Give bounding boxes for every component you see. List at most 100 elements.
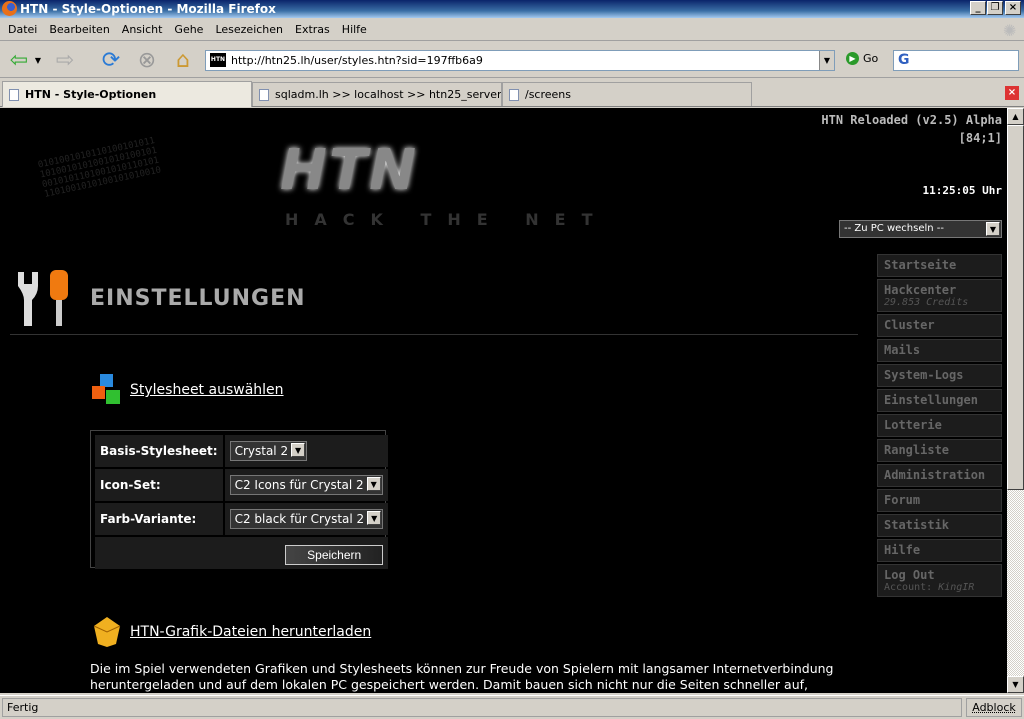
back-button[interactable]: ⇦ bbox=[4, 46, 34, 74]
chevron-down-icon: ▼ bbox=[366, 477, 381, 491]
window-title: HTN - Style-Optionen - Mozilla Firefox bbox=[20, 2, 276, 16]
select-value: C2 Icons für Crystal 2 bbox=[234, 478, 364, 492]
menu-gehe[interactable]: Gehe bbox=[168, 23, 209, 36]
close-tab-button[interactable]: × bbox=[1005, 86, 1019, 100]
tab-label: /screens bbox=[525, 88, 572, 101]
tab-screens[interactable]: /screens bbox=[502, 82, 752, 106]
menu-extras[interactable]: Extras bbox=[289, 23, 336, 36]
reload-button[interactable]: ⟳ bbox=[96, 46, 126, 74]
section-title: HTN-Grafik-Dateien herunterladen bbox=[130, 624, 372, 640]
icon-set-select[interactable]: C2 Icons für Crystal 2 ▼ bbox=[229, 475, 383, 495]
nav-system-logs[interactable]: System-Logs bbox=[877, 364, 1002, 387]
nav-logout[interactable]: Log Out Account: KingIR bbox=[877, 564, 1002, 597]
adblock-button[interactable]: Adblock bbox=[966, 698, 1022, 717]
menu-hilfe[interactable]: Hilfe bbox=[336, 23, 373, 36]
back-history-dropdown[interactable]: ▼ bbox=[32, 46, 44, 74]
search-input[interactable]: G bbox=[893, 50, 1019, 71]
throbber-icon: ✺ bbox=[1003, 21, 1017, 40]
basis-stylesheet-select[interactable]: Crystal 2 ▼ bbox=[229, 441, 308, 461]
page-title: EINSTELLUNGEN bbox=[90, 286, 306, 311]
status-bar: Fertig Adblock bbox=[0, 695, 1024, 719]
forward-button[interactable]: ⇨ bbox=[50, 46, 80, 74]
nav-lotterie[interactable]: Lotterie bbox=[877, 414, 1002, 437]
google-icon: G bbox=[898, 52, 910, 68]
window-titlebar: HTN - Style-Optionen - Mozilla Firefox bbox=[0, 0, 1024, 18]
nav-statistik[interactable]: Statistik bbox=[877, 514, 1002, 537]
stop-button[interactable]: ⊗ bbox=[132, 46, 162, 74]
farb-variante-label: Farb-Variante: bbox=[95, 503, 223, 535]
chevron-down-icon: ▼ bbox=[367, 511, 382, 525]
go-label: Go bbox=[863, 52, 879, 65]
vertical-scrollbar[interactable]: ▲ ▼ bbox=[1007, 108, 1024, 693]
nav-rangliste[interactable]: Rangliste bbox=[877, 439, 1002, 462]
server-clock: 11:25:05 Uhr bbox=[922, 184, 1002, 197]
chevron-down-icon: ▼ bbox=[986, 222, 1000, 236]
divider bbox=[10, 334, 858, 335]
site-favicon: HTN bbox=[210, 53, 226, 67]
menu-ansicht[interactable]: Ansicht bbox=[116, 23, 169, 36]
htn-logo: HTN HACK THE NET bbox=[230, 128, 650, 229]
close-window-button[interactable]: × bbox=[1005, 1, 1021, 15]
package-icon bbox=[93, 617, 121, 647]
url-input[interactable]: HTN http://htn25.lh/user/styles.htn?sid=… bbox=[205, 50, 835, 71]
url-dropdown-button[interactable]: ▼ bbox=[819, 51, 834, 70]
nav-einstellungen[interactable]: Einstellungen bbox=[877, 389, 1002, 412]
download-description: Die im Spiel verwendeten Grafiken und St… bbox=[90, 661, 834, 692]
basis-stylesheet-label: Basis-Stylesheet: bbox=[95, 435, 223, 467]
home-button[interactable]: ⌂ bbox=[168, 46, 198, 74]
sidebar-nav: Startseite Hackcenter 29.853 Credits Clus… bbox=[877, 254, 1002, 599]
logo-text: HTN bbox=[280, 138, 418, 203]
go-icon: ▶ bbox=[846, 52, 859, 65]
tab-style-optionen[interactable]: HTN - Style-Optionen bbox=[2, 81, 252, 107]
nav-forum[interactable]: Forum bbox=[877, 489, 1002, 512]
status-text: Fertig bbox=[2, 698, 962, 717]
page-icon bbox=[509, 88, 519, 101]
page-icon bbox=[259, 88, 269, 101]
save-button[interactable]: Speichern bbox=[285, 544, 384, 565]
nav-administration[interactable]: Administration bbox=[877, 464, 1002, 487]
nav-startseite[interactable]: Startseite bbox=[877, 254, 1002, 277]
cubes-icon bbox=[92, 374, 120, 404]
account-name: KingIR bbox=[938, 582, 975, 593]
select-value: Crystal 2 bbox=[234, 444, 289, 458]
maximize-button[interactable]: ❐ bbox=[987, 1, 1003, 15]
stylesheet-section-heading: Stylesheet auswählen bbox=[92, 374, 284, 406]
page-content: 0101001010110100101011 101001010100101010… bbox=[0, 108, 1007, 693]
nav-mails[interactable]: Mails bbox=[877, 339, 1002, 362]
scroll-up-button[interactable]: ▲ bbox=[1007, 108, 1024, 125]
menu-datei[interactable]: Datei bbox=[2, 23, 43, 36]
icon-set-label: Icon-Set: bbox=[95, 469, 223, 501]
credits-text: 29.853 Credits bbox=[884, 297, 969, 308]
binary-decoration: 0101001010110100101011 101001010100101010… bbox=[37, 136, 163, 200]
version-info: HTN Reloaded (v2.5) Alpha [84;1] bbox=[821, 111, 1002, 147]
menu-bar: Datei Bearbeiten Ansicht Gehe Lesezeiche… bbox=[0, 19, 1024, 41]
download-section-heading[interactable]: HTN-Grafik-Dateien herunterladen bbox=[92, 616, 371, 648]
nav-hackcenter[interactable]: Hackcenter 29.853 Credits bbox=[877, 279, 1002, 312]
url-text: http://htn25.lh/user/styles.htn?sid=197f… bbox=[231, 54, 483, 67]
farb-variante-select[interactable]: C2 black für Crystal 2 ▼ bbox=[229, 509, 384, 529]
tab-label: sqladm.lh >> localhost >> htn25_server1 … bbox=[275, 88, 502, 101]
style-form: Basis-Stylesheet: Crystal 2 ▼ Icon-Set: C2 … bbox=[90, 430, 389, 569]
version-text: HTN Reloaded (v2.5) Alpha bbox=[821, 113, 1002, 127]
nav-hilfe[interactable]: Hilfe bbox=[877, 539, 1002, 562]
nav-label: Log Out bbox=[884, 568, 935, 582]
account-prefix: Account: bbox=[884, 582, 939, 593]
scroll-down-button[interactable]: ▼ bbox=[1007, 676, 1024, 693]
firefox-icon bbox=[2, 1, 17, 16]
menu-bearbeiten[interactable]: Bearbeiten bbox=[43, 23, 115, 36]
scroll-thumb[interactable] bbox=[1007, 125, 1024, 490]
select-value: C2 black für Crystal 2 bbox=[234, 512, 365, 526]
nav-cluster[interactable]: Cluster bbox=[877, 314, 1002, 337]
tab-label: HTN - Style-Optionen bbox=[25, 88, 157, 101]
section-title: Stylesheet auswählen bbox=[130, 382, 284, 398]
menu-lesezeichen[interactable]: Lesezeichen bbox=[209, 23, 289, 36]
coords-text: [84;1] bbox=[958, 131, 1002, 145]
page-icon bbox=[9, 88, 19, 101]
pc-switch-select[interactable]: -- Zu PC wechseln -- ▼ bbox=[839, 220, 1002, 238]
minimize-button[interactable]: _ bbox=[970, 1, 986, 15]
tab-bar: HTN - Style-Optionen sqladm.lh >> localh… bbox=[0, 80, 1024, 107]
chevron-down-icon: ▼ bbox=[291, 443, 306, 457]
go-button[interactable]: ▶ Go bbox=[846, 52, 878, 65]
tab-sqladm[interactable]: sqladm.lh >> localhost >> htn25_server1 … bbox=[252, 82, 502, 106]
pc-select-value: -- Zu PC wechseln -- bbox=[844, 223, 944, 234]
